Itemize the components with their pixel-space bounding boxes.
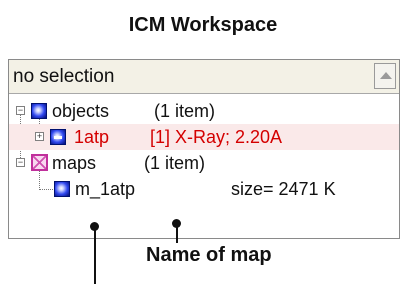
tree-item-1atp[interactable]: + 1atp [1] X-Ray; 2.20A (9, 124, 399, 150)
expand-icon[interactable]: + (35, 132, 44, 141)
map-folder-icon (31, 154, 48, 171)
tree-item-label: maps (52, 153, 97, 173)
scroll-up-button[interactable] (374, 63, 396, 89)
tree-item-count: (1 item) (144, 153, 206, 173)
objects-folder-icon (31, 103, 47, 119)
tree-item-objects[interactable]: − objects (1 item) (9, 98, 399, 124)
tree-item-label: 1atp (74, 127, 110, 147)
tree-item-label: objects (52, 101, 110, 121)
tree-item-count: (1 item) (154, 101, 216, 121)
workspace-title: ICM Workspace (128, 14, 278, 36)
up-arrow-icon (380, 72, 392, 79)
workspace-tree: − objects (1 item) + 1atp [1] X-Ray; 2.2… (9, 94, 399, 238)
tree-item-maps[interactable]: − maps (1 item) (9, 150, 399, 176)
tree-item-info: [1] X-Ray; 2.20A (150, 127, 283, 147)
collapse-icon[interactable]: − (16, 106, 25, 115)
selection-header: no selection (9, 60, 399, 94)
tree-item-info: size= 2471 K (231, 179, 336, 199)
pointer-line-name (176, 223, 178, 243)
pointer-line (94, 226, 96, 284)
molecule-icon (50, 129, 66, 145)
tree-item-label: m_1atp (75, 179, 136, 199)
tree-item-m_1atp[interactable]: m_1atp size= 2471 K (9, 176, 399, 202)
collapse-icon[interactable]: − (16, 158, 25, 167)
name-of-map-caption: Name of map (146, 244, 272, 266)
selection-status: no selection (13, 66, 115, 87)
workspace-panel: no selection − objects (1 item) + 1atp [… (8, 59, 400, 239)
map-icon (54, 181, 70, 197)
